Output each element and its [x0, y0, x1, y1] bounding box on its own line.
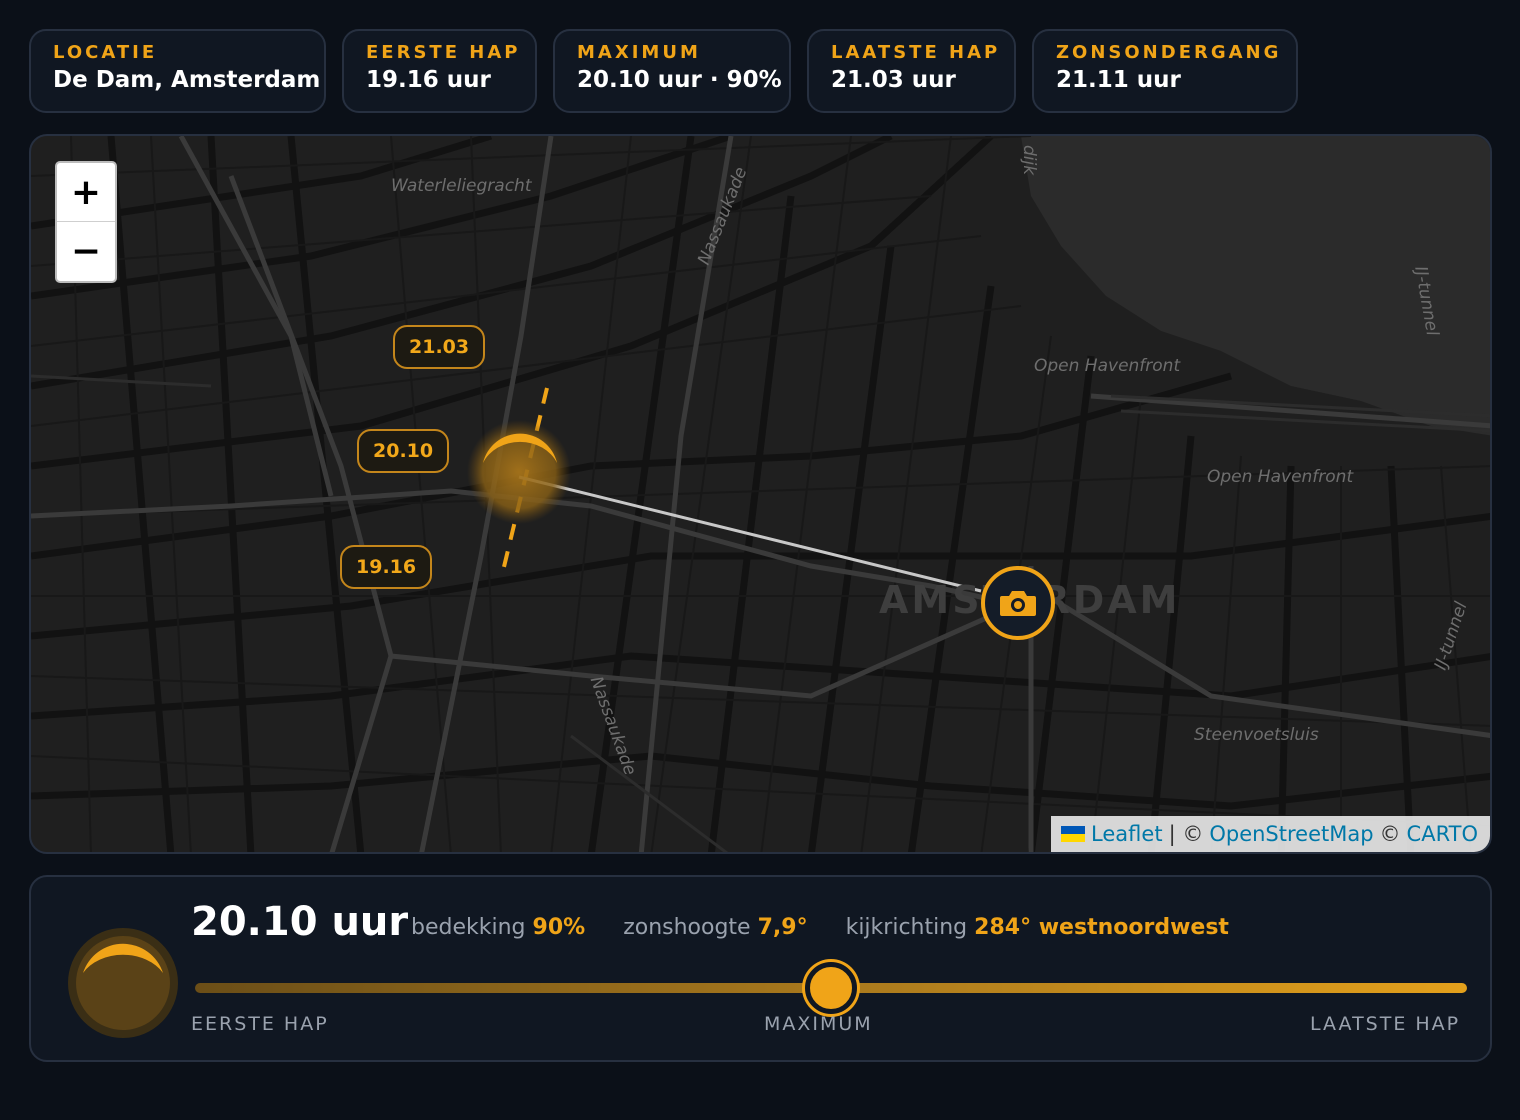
eclipse-icon [68, 928, 178, 1038]
map-attribution: Leaflet | © OpenStreetMap © CARTO [1051, 816, 1490, 852]
carto-link[interactable]: CARTO [1407, 822, 1478, 846]
timeline-slider-thumb[interactable] [805, 962, 857, 1014]
street-label: Waterleliegracht [391, 176, 532, 196]
street-label: Open Havenfront [1207, 467, 1354, 487]
direction-label: kijkrichting [845, 915, 968, 940]
coverage-label: bedekking [411, 915, 526, 940]
street-label: dijk [1019, 144, 1040, 176]
sunset-label: ZONSONDERGANG [1056, 42, 1282, 63]
time-label-end: 21.03 [393, 325, 486, 369]
maximum-card: MAXIMUM 20.10 uur · 90% [553, 29, 791, 113]
maximum-value: 20.10 uur · 90% [577, 67, 782, 93]
last-contact-label: LAATSTE HAP [831, 42, 1001, 63]
tick-start: EERSTE HAP [191, 1013, 329, 1035]
ukraine-flag-icon [1061, 826, 1086, 842]
map[interactable]: + − Waterleliegracht Nassaukade Nassauka… [29, 134, 1492, 854]
attribution-separator: | © [1168, 822, 1204, 846]
street-label: Open Havenfront [1034, 356, 1181, 376]
map-tiles [31, 136, 1490, 852]
current-time: 20.10 uur [191, 899, 409, 945]
tick-mid: MAXIMUM [764, 1013, 873, 1035]
first-contact-value: 19.16 uur [366, 67, 491, 93]
time-label-start: 19.16 [340, 545, 433, 589]
altitude-value: 7,9° [757, 915, 808, 940]
maximum-label: MAXIMUM [577, 42, 701, 63]
zoom-out-button[interactable]: − [57, 222, 115, 281]
sight-line [518, 475, 982, 593]
location-label: LOCATIE [53, 42, 158, 63]
sunset-card: ZONSONDERGANG 21.11 uur [1032, 29, 1298, 113]
direction-value: 284° westnoordwest [974, 915, 1229, 940]
time-label-max: 20.10 [357, 429, 450, 473]
location-value: De Dam, Amsterdam [53, 67, 321, 93]
tick-end: LAATSTE HAP [1310, 1013, 1461, 1035]
observer-marker[interactable] [981, 566, 1055, 640]
altitude-label: zonshoogte [623, 915, 751, 940]
last-contact-value: 21.03 uur [831, 67, 956, 93]
last-contact-card: LAATSTE HAP 21.03 uur [807, 29, 1016, 113]
metrics: bedekking 90% zonshoogte 7,9° kijkrichti… [411, 915, 1229, 940]
sunset-value: 21.11 uur [1056, 67, 1181, 93]
coverage-value: 90% [532, 915, 586, 940]
leaflet-link[interactable]: Leaflet [1091, 822, 1163, 846]
location-card: LOCATIE De Dam, Amsterdam [29, 29, 326, 113]
attribution-copyright: © [1379, 822, 1401, 846]
zoom-control: + − [55, 161, 117, 283]
osm-link[interactable]: OpenStreetMap [1209, 822, 1373, 846]
street-label: Steenvoetsluis [1194, 725, 1319, 745]
first-contact-card: EERSTE HAP 19.16 uur [342, 29, 537, 113]
timeline-panel: 20.10 uur bedekking 90% zonshoogte 7,9° … [29, 875, 1492, 1062]
camera-icon [1000, 591, 1036, 616]
first-contact-label: EERSTE HAP [366, 42, 521, 63]
zoom-in-button[interactable]: + [57, 163, 115, 222]
